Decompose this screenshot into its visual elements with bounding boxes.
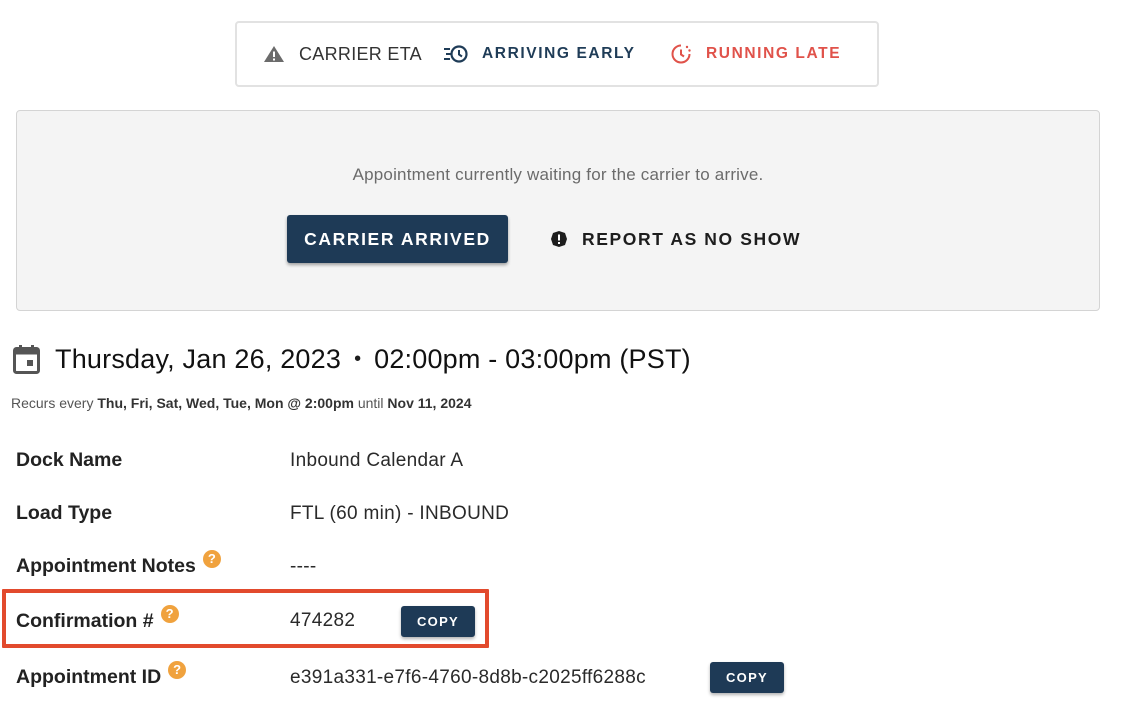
recurs-prefix: Recurs every [11, 395, 94, 411]
appointment-schedule: Thursday, Jan 26, 2023 • 02:00pm - 03:00… [13, 344, 691, 375]
help-icon[interactable]: ? [160, 604, 179, 623]
calendar-icon [13, 345, 40, 374]
carrier-eta-bar: CARRIER ETA ARRIVING EARLY RUNNING LATE [235, 21, 879, 87]
copy-confirmation-button[interactable]: COPY [401, 606, 475, 637]
appointment-id-value: e391a331-e7f6-4760-8d8b-c2025ff6288c [290, 667, 646, 688]
help-icon[interactable]: ? [168, 660, 187, 679]
confirmation-label: Confirmation # ? [16, 604, 179, 633]
load-type-label: Load Type [16, 502, 112, 525]
carrier-eta-label: CARRIER ETA [299, 43, 422, 64]
recurrence-text: Recurs every Thu, Fri, Sat, Wed, Tue, Mo… [11, 395, 471, 411]
confirmation-label-text: Confirmation # [16, 610, 154, 632]
report-no-show-label: REPORT AS NO SHOW [582, 228, 802, 249]
load-type-value: FTL (60 min) - INBOUND [290, 503, 510, 524]
recurs-until-word: until [357, 395, 384, 411]
clock-early-icon [444, 44, 468, 64]
carrier-arrived-button[interactable]: CARRIER ARRIVED [287, 215, 508, 263]
help-icon[interactable]: ? [202, 549, 221, 568]
alert-circle-icon [550, 230, 568, 248]
warning-icon [263, 45, 285, 63]
carrier-eta-item: CARRIER ETA [263, 23, 422, 85]
appointment-notes-label-text: Appointment Notes [16, 555, 196, 577]
running-late-button[interactable]: RUNNING LATE [670, 23, 841, 85]
recurs-days: Thu, Fri, Sat, Wed, Tue, Mon @ 2:00pm [97, 395, 354, 411]
recurs-until-date: Nov 11, 2024 [387, 395, 472, 411]
appointment-notes-value: ---- [290, 556, 317, 577]
confirmation-value: 474282 [290, 610, 356, 631]
appointment-date: Thursday, Jan 26, 2023 [55, 344, 342, 374]
clock-late-icon [670, 43, 692, 65]
schedule-separator: • [354, 348, 362, 370]
arriving-early-button[interactable]: ARRIVING EARLY [444, 23, 636, 85]
dock-name-label: Dock Name [16, 449, 122, 472]
appointment-time-range: 02:00pm - 03:00pm (PST) [374, 344, 691, 374]
carrier-status-panel: Appointment currently waiting for the ca… [16, 110, 1100, 311]
appointment-notes-label: Appointment Notes ? [16, 549, 221, 578]
arriving-early-label: ARRIVING EARLY [482, 45, 636, 62]
dock-name-value: Inbound Calendar A [290, 450, 464, 471]
waiting-message: Appointment currently waiting for the ca… [352, 165, 764, 184]
appointment-id-label-text: Appointment ID [16, 666, 162, 688]
appointment-id-label: Appointment ID ? [16, 660, 187, 689]
load-type-label-text: Load Type [16, 502, 113, 524]
dock-name-label-text: Dock Name [16, 449, 123, 471]
copy-appointment-id-button[interactable]: COPY [710, 662, 784, 693]
running-late-label: RUNNING LATE [706, 45, 842, 62]
report-no-show-button[interactable]: REPORT AS NO SHOW [550, 215, 801, 263]
